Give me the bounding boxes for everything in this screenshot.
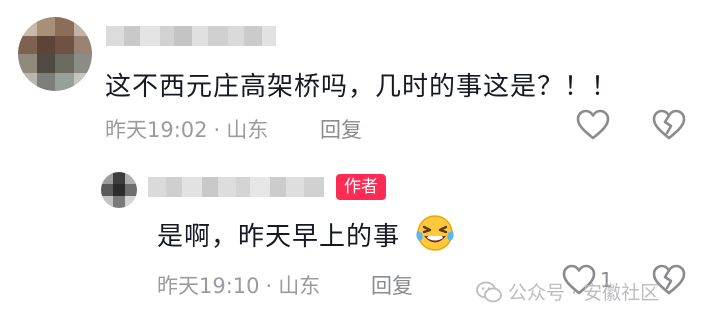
comment-reply-button[interactable]: 回复	[320, 114, 362, 144]
commenter-username-blurred[interactable]	[106, 26, 276, 46]
reply-location: 山东	[278, 274, 321, 298]
reply-meta: 昨天19:10 · 山东	[157, 270, 320, 300]
author-avatar[interactable]	[101, 172, 137, 208]
broken-heart-icon[interactable]	[652, 109, 686, 141]
meta-separator: ·	[265, 274, 273, 298]
comment-meta: 昨天19:02 · 山东	[105, 114, 268, 144]
reply-reply-button[interactable]: 回复	[371, 270, 413, 300]
laughing-tears-emoji	[416, 215, 454, 251]
reply-text: 是啊，昨天早上的事	[157, 222, 401, 252]
author-badge: 作者	[336, 174, 386, 200]
meta-separator: ·	[213, 118, 221, 142]
comment-location: 山东	[226, 118, 269, 142]
author-username-blurred[interactable]	[148, 177, 324, 197]
comment-text: 这不西元庄高架桥吗，几时的事这是？！！	[105, 72, 619, 102]
commenter-avatar[interactable]	[18, 17, 92, 91]
watermark: 公众号 · 安徽社区	[476, 278, 659, 305]
watermark-text: 公众号 · 安徽社区	[508, 282, 660, 304]
wechat-watermark-icon	[476, 281, 502, 302]
heart-outline-icon[interactable]	[576, 109, 610, 141]
reply-time: 昨天19:10	[157, 274, 260, 298]
comment-time: 昨天19:02	[105, 118, 208, 142]
